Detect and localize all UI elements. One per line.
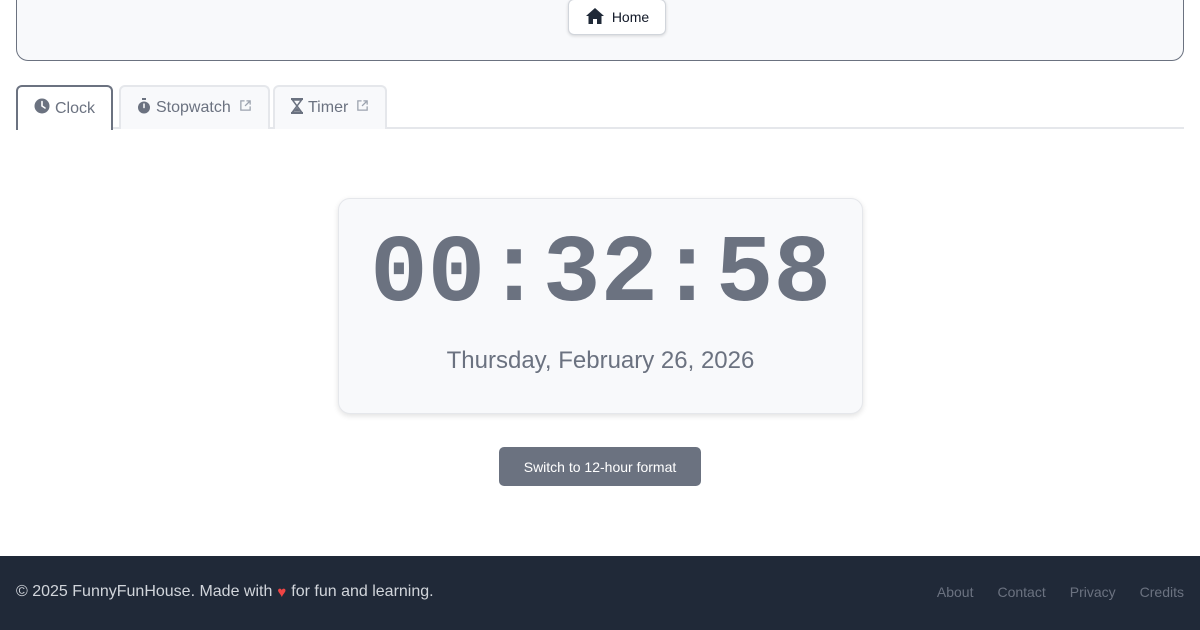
- copyright-text: © 2025 FunnyFunHouse. Made with: [16, 583, 273, 600]
- home-button[interactable]: Home: [568, 0, 666, 35]
- switch-format-button[interactable]: Switch to 12-hour format: [499, 447, 701, 486]
- hourglass-icon: [291, 97, 303, 119]
- footer-link-contact[interactable]: Contact: [997, 584, 1045, 600]
- external-link-icon: [239, 99, 252, 117]
- tab-bar: Clock Stopwatch Timer: [16, 85, 1184, 130]
- home-icon: [585, 7, 605, 28]
- footer-link-about[interactable]: About: [937, 584, 974, 600]
- tab-label: Clock: [55, 99, 96, 117]
- footer-link-privacy[interactable]: Privacy: [1070, 584, 1116, 600]
- stopwatch-icon: [137, 97, 151, 119]
- tab-timer[interactable]: Timer: [273, 85, 388, 129]
- footer: © 2025 FunnyFunHouse. Made with ♥ for fu…: [0, 556, 1200, 630]
- tab-stopwatch[interactable]: Stopwatch: [119, 85, 270, 129]
- footer-links: About Contact Privacy Credits: [937, 584, 1184, 600]
- top-nav-bar: Home: [16, 0, 1184, 61]
- tab-label: Timer: [308, 99, 349, 116]
- external-link-icon: [356, 99, 369, 117]
- clock-date: Thursday, February 26, 2026: [446, 347, 755, 374]
- footer-link-credits[interactable]: Credits: [1140, 584, 1184, 600]
- clock-icon: [34, 98, 50, 119]
- copyright-suffix: for fun and learning.: [291, 583, 434, 600]
- home-button-label: Home: [611, 9, 650, 25]
- tab-clock[interactable]: Clock: [16, 85, 114, 130]
- clock-time: 00:32:58: [370, 220, 831, 329]
- heart-icon: ♥: [277, 583, 287, 601]
- footer-copyright: © 2025 FunnyFunHouse. Made with ♥ for fu…: [16, 583, 434, 601]
- tab-label: Stopwatch: [156, 99, 231, 116]
- clock-display-card: 00:32:58 Thursday, February 26, 2026: [338, 198, 863, 414]
